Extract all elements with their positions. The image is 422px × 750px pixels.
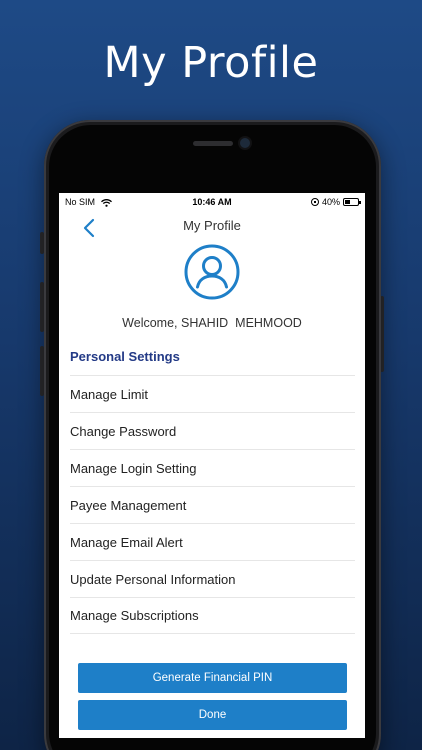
welcome-message: Welcome, SHAHID MEHMOOD: [122, 316, 302, 330]
status-bar: No SIM 10:46 AM 40%: [59, 193, 365, 210]
marketing-headline: My Profile: [103, 38, 319, 88]
settings-menu: Manage Limit Change Password Manage Logi…: [70, 375, 355, 634]
orientation-lock-icon: [310, 198, 319, 206]
menu-item-manage-subscriptions[interactable]: Manage Subscriptions: [70, 597, 355, 634]
battery-level: [345, 200, 350, 204]
menu-item-manage-login-setting[interactable]: Manage Login Setting: [70, 449, 355, 486]
menu-item-payee-management[interactable]: Payee Management: [70, 486, 355, 523]
menu-item-manage-limit[interactable]: Manage Limit: [70, 375, 355, 412]
menu-item-manage-email-alert[interactable]: Manage Email Alert: [70, 523, 355, 560]
app-screen: No SIM 10:46 AM 40% My Profile Welcome, …: [59, 193, 365, 738]
battery-percent: 40%: [321, 197, 340, 207]
status-right: 40%: [310, 197, 361, 207]
section-title-personal-settings: Personal Settings: [70, 349, 180, 364]
generate-financial-pin-button[interactable]: Generate Financial PIN: [78, 663, 347, 693]
page-title: My Profile: [183, 218, 241, 233]
battery-icon: [343, 198, 361, 206]
menu-item-update-personal-information[interactable]: Update Personal Information: [70, 560, 355, 597]
phone-speaker: [193, 141, 233, 146]
menu-item-change-password[interactable]: Change Password: [70, 412, 355, 449]
front-camera-icon: [240, 138, 250, 148]
user-circle-icon: [184, 244, 240, 300]
done-button[interactable]: Done: [78, 700, 347, 730]
